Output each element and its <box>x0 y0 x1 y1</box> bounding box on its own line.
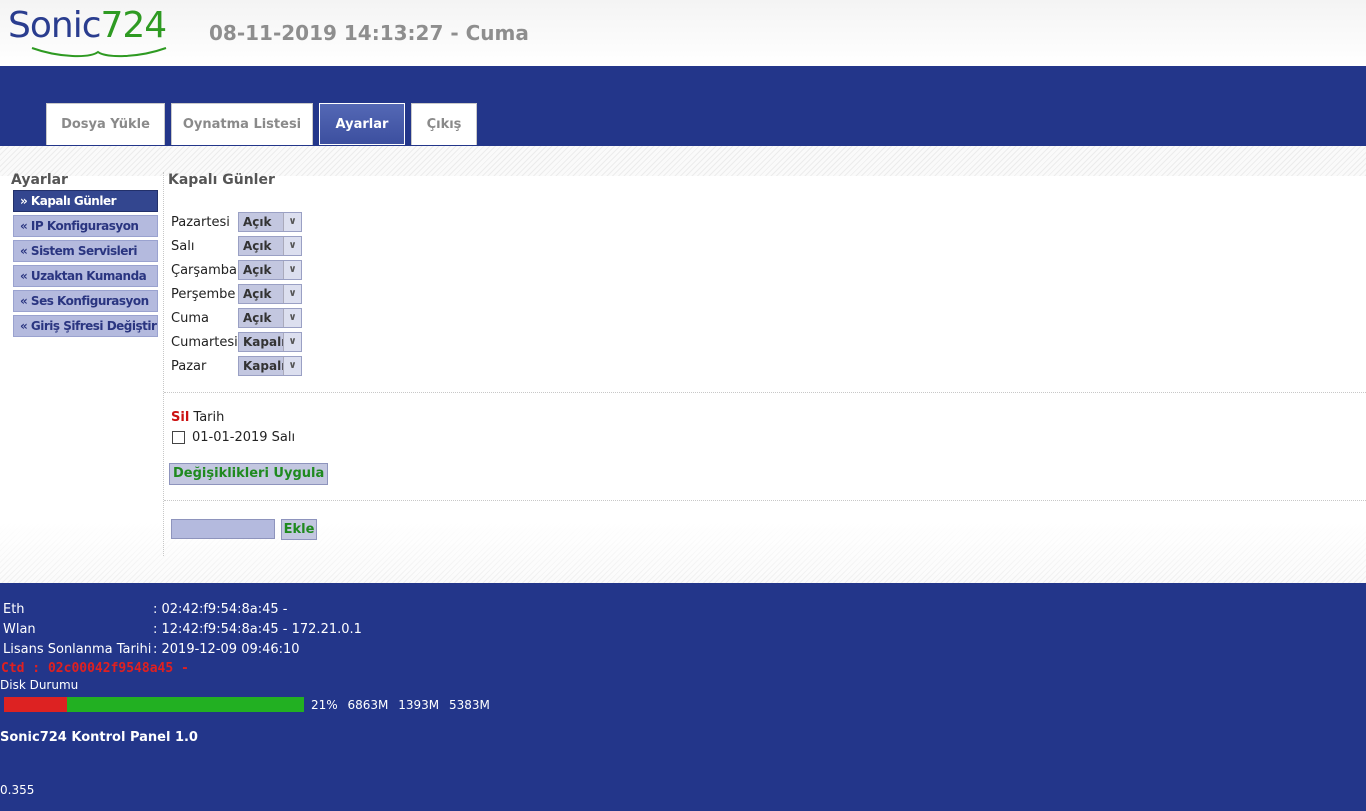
select-value: Açık <box>243 239 272 253</box>
day-status-select[interactable]: Kapalı ∨ <box>238 332 302 352</box>
day-row: Cumartesi Kapalı ∨ <box>168 330 1358 354</box>
info-key: Wlan <box>3 622 36 637</box>
disk-free: 5383M <box>448 698 490 712</box>
select-value: Açık <box>243 287 272 301</box>
disk-used: 1393M <box>398 698 440 712</box>
disk-percent: 21% <box>311 698 338 712</box>
add-button[interactable]: Ekle <box>281 519 317 540</box>
info-row-eth: Eth : 02:42:f9:54:8a:45 - <box>3 602 288 617</box>
info-value: : 2019-12-09 09:46:10 <box>153 642 300 657</box>
logo-swoosh-icon <box>31 47 167 58</box>
tab-ayarlar[interactable]: Ayarlar <box>319 103 405 145</box>
vertical-divider <box>163 172 164 556</box>
day-row: Perşembe Açık ∨ <box>168 282 1358 306</box>
disk-status-label: Disk Durumu <box>0 678 79 692</box>
apply-changes-button[interactable]: Değişiklikleri Uygula <box>169 463 329 485</box>
version-number: 0.355 <box>0 783 35 797</box>
day-label: Perşembe <box>171 286 236 302</box>
sidebar-item-uzaktan-kumanda[interactable]: « Uzaktan Kumanda <box>13 265 158 287</box>
day-label: Pazar <box>171 358 207 374</box>
day-status-select[interactable]: Açık ∨ <box>238 212 302 232</box>
logo-text: Sonic724 <box>8 5 168 46</box>
chevron-down-icon: ∨ <box>283 357 301 375</box>
chevron-down-icon: ∨ <box>283 237 301 255</box>
info-row-license: Lisans Sonlanma Tarihi: 2019-12-09 09:46… <box>3 642 300 657</box>
chevron-down-icon: ∨ <box>283 309 301 327</box>
sidebar-item-kapali-gunler[interactable]: » Kapalı Günler <box>13 190 158 212</box>
day-status-select[interactable]: Kapalı ∨ <box>238 356 302 376</box>
logo-text-724: 724 <box>100 5 168 46</box>
chevron-down-icon: ∨ <box>283 285 301 303</box>
day-status-select[interactable]: Açık ∨ <box>238 236 302 256</box>
disk-usage-fill <box>4 697 67 712</box>
logo-text-sonic: Sonic <box>8 5 101 46</box>
day-row: Salı Açık ∨ <box>168 234 1358 258</box>
day-status-select[interactable]: Açık ∨ <box>238 308 302 328</box>
sidebar-item-giris-sifresi[interactable]: « Giriş Şifresi Değiştir <box>13 315 158 337</box>
footer: Eth : 02:42:f9:54:8a:45 - Wlan : 12:42:f9:… <box>0 583 1366 811</box>
info-key: Eth <box>3 602 25 617</box>
header: Sonic724 08-11-2019 14:13:27 - Cuma <box>0 0 1366 66</box>
delete-checkbox[interactable] <box>172 431 185 444</box>
tab-dosya-yukle[interactable]: Dosya Yükle <box>46 103 165 145</box>
divider <box>164 500 1366 501</box>
select-value: Açık <box>243 215 272 229</box>
day-row: Cuma Açık ∨ <box>168 306 1358 330</box>
ctd-id: Ctd : 02c00042f9548a45 - <box>1 661 189 676</box>
day-status-select[interactable]: Açık ∨ <box>238 284 302 304</box>
select-value: Kapalı <box>243 335 286 349</box>
closed-date: 01-01-2019 Salı <box>192 430 296 445</box>
info-key: Lisans Sonlanma Tarihi <box>3 642 152 657</box>
add-date-input[interactable] <box>171 519 275 539</box>
day-row: Çarşamba Açık ∨ <box>168 258 1358 282</box>
tab-oynatma-listesi[interactable]: Oynatma Listesi <box>171 103 313 145</box>
day-row: Pazar Kapalı ∨ <box>168 354 1358 378</box>
page-title: Kapalı Günler <box>168 172 275 188</box>
select-value: Açık <box>243 263 272 277</box>
day-label: Salı <box>171 238 195 254</box>
info-row-wlan: Wlan : 12:42:f9:54:8a:45 - 172.21.0.1 <box>3 622 362 637</box>
dates-header: Sil Tarih <box>171 410 224 425</box>
logo[interactable]: Sonic724 <box>8 6 173 62</box>
select-value: Kapalı <box>243 359 286 373</box>
nav-bar: Dosya Yükle Oynatma Listesi Ayarlar Çıkı… <box>0 66 1366 146</box>
sidebar-item-sistem-servisleri[interactable]: « Sistem Servisleri <box>13 240 158 262</box>
day-label: Cumartesi <box>171 334 238 350</box>
day-row: Pazartesi Açık ∨ <box>168 210 1358 234</box>
main-section: Kapalı Günler Pazartesi Açık ∨ Salı Açık ∨… <box>168 172 1358 378</box>
delete-column-header: Sil <box>171 410 190 425</box>
chevron-down-icon: ∨ <box>283 213 301 231</box>
sidebar-title: Ayarlar <box>11 172 68 188</box>
date-column-header: Tarih <box>193 410 225 425</box>
header-datetime: 08-11-2019 14:13:27 - Cuma <box>209 21 529 45</box>
sidebar-item-ip-konfigurasyon[interactable]: « IP Konfigurasyon <box>13 215 158 237</box>
disk-total: 6863M <box>347 698 389 712</box>
day-label: Cuma <box>171 310 209 326</box>
chevron-down-icon: ∨ <box>283 333 301 351</box>
tab-cikis[interactable]: Çıkış <box>411 103 477 145</box>
content-panel: Ayarlar » Kapalı Günler « IP Konfigurasy… <box>0 146 1366 583</box>
panel-name: Sonic724 Kontrol Panel 1.0 <box>0 730 198 745</box>
disk-usage-bar <box>4 697 304 712</box>
day-label: Çarşamba <box>171 262 238 278</box>
divider <box>164 392 1366 393</box>
info-value: : 02:42:f9:54:8a:45 - <box>153 602 288 617</box>
chevron-down-icon: ∨ <box>283 261 301 279</box>
sidebar-item-ses-konfigurasyon[interactable]: « Ses Konfigurasyon <box>13 290 158 312</box>
select-value: Açık <box>243 311 272 325</box>
info-value: : 12:42:f9:54:8a:45 - 172.21.0.1 <box>153 622 362 637</box>
disk-stats: 21% 6863M 1393M 5383M <box>311 698 496 712</box>
sidebar: Ayarlar » Kapalı Günler « IP Konfigurasy… <box>11 172 161 340</box>
day-label: Pazartesi <box>171 214 230 230</box>
date-list-item: 01-01-2019 Salı <box>172 430 295 445</box>
day-status-select[interactable]: Açık ∨ <box>238 260 302 280</box>
